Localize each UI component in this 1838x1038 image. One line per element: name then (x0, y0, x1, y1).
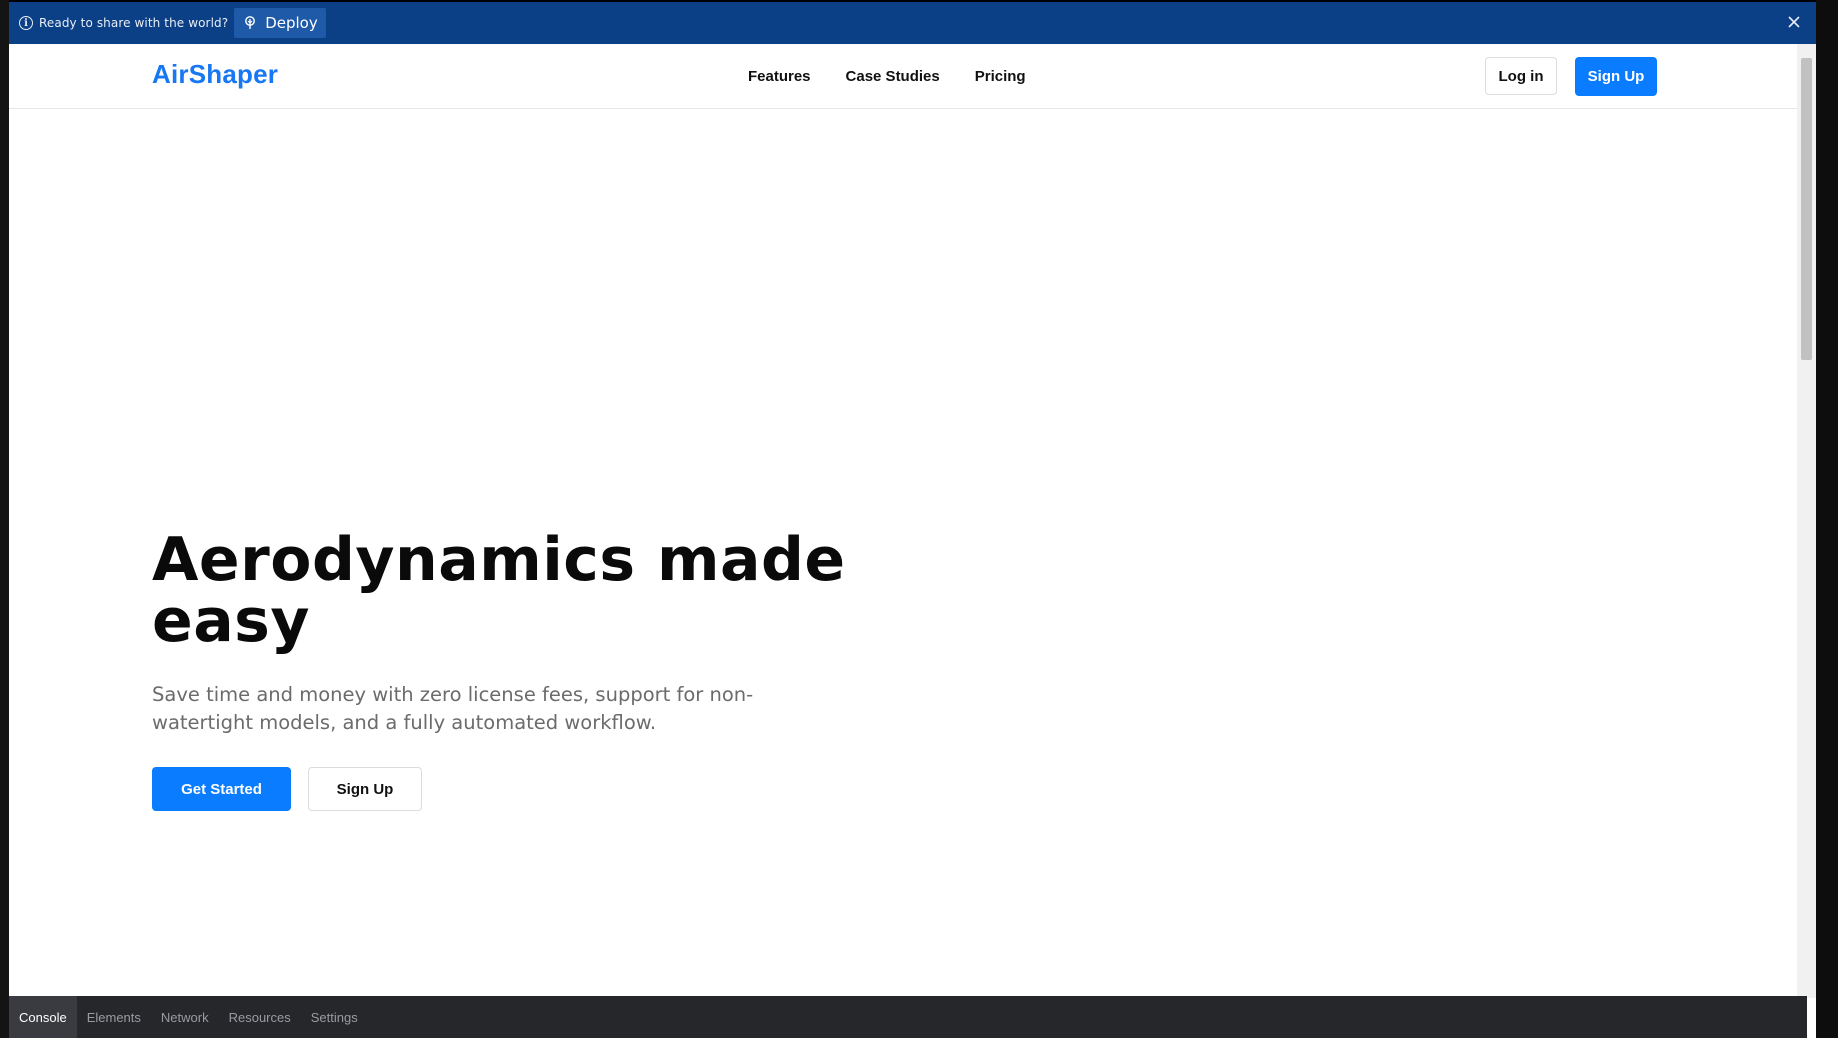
nav-link-pricing[interactable]: Pricing (975, 68, 1026, 85)
nav-link-case-studies[interactable]: Case Studies (846, 68, 940, 85)
browser-viewport: i Ready to share with the world? Deploy … (9, 2, 1816, 1038)
header-signup-button[interactable]: Sign Up (1575, 57, 1657, 96)
info-icon: i (19, 16, 33, 30)
page-scrollbar[interactable] (1797, 44, 1816, 998)
tab-network[interactable]: Network (151, 996, 219, 1038)
deploy-banner: i Ready to share with the world? Deploy (9, 2, 1816, 44)
scrollbar-thumb[interactable] (1801, 58, 1812, 360)
hero-signup-button[interactable]: Sign Up (308, 767, 422, 811)
window-right-edge (1816, 0, 1838, 1038)
deploy-button[interactable]: Deploy (234, 8, 326, 38)
deploy-button-label: Deploy (265, 14, 318, 32)
tab-console[interactable]: Console (9, 996, 77, 1038)
nav-link-features[interactable]: Features (748, 68, 811, 85)
nav-links: Features Case Studies Pricing (748, 68, 1061, 85)
tab-settings[interactable]: Settings (301, 996, 368, 1038)
deploy-icon (245, 16, 256, 29)
hero-title: Aerodynamics made easy (152, 525, 846, 656)
window-left-edge (0, 0, 9, 1038)
login-button[interactable]: Log in (1485, 57, 1557, 95)
hero-subtitle: Save time and money with zero license fe… (152, 683, 754, 734)
tab-elements[interactable]: Elements (77, 996, 151, 1038)
devtools-tabbar: Console Elements Network Resources Setti… (9, 996, 1807, 1038)
site-header: AirShaper Features Case Studies Pricing … (9, 44, 1797, 109)
logo[interactable]: AirShaper (152, 59, 278, 90)
get-started-button[interactable]: Get Started (152, 767, 291, 811)
deploy-banner-message: Ready to share with the world? (39, 16, 229, 30)
tab-resources[interactable]: Resources (219, 996, 301, 1038)
close-icon[interactable] (1786, 14, 1802, 30)
